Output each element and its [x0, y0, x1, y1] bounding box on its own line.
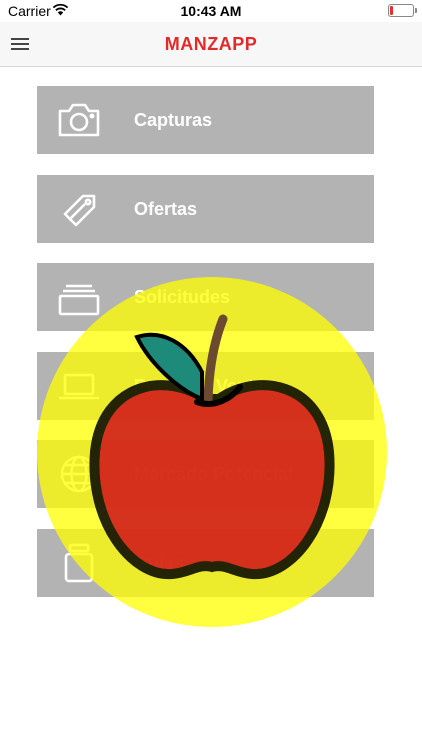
- status-time: 10:43 AM: [180, 3, 242, 19]
- globe-icon: [60, 455, 98, 493]
- menu-item-capturas[interactable]: Capturas: [37, 86, 374, 154]
- nav-bar: MANZAPP: [0, 22, 422, 67]
- menu-item-ofertas[interactable]: Ofertas: [37, 175, 374, 243]
- menu-item-label: Solicitudes: [134, 287, 231, 307]
- tag-icon: [63, 194, 96, 227]
- menu-item-label: Ofertas: [134, 199, 198, 219]
- battery-level: [390, 6, 393, 15]
- stacked-cards-icon: [58, 284, 100, 316]
- menu-item-label: Mercado Potencial: [134, 464, 294, 484]
- laptop-icon: [59, 373, 99, 400]
- menu-item-label: Capturas: [134, 110, 213, 130]
- menu-item-label: Portal de Ventas: [134, 376, 275, 396]
- jar-icon: [64, 543, 94, 583]
- menu-item-portal-de-ventas[interactable]: Portal de Ventas: [37, 352, 374, 420]
- menu-item-mercado-potencial[interactable]: Mercado Potencial: [37, 440, 374, 508]
- menu-item-label: Guías: [134, 553, 185, 573]
- menu-item-solicitudes[interactable]: Solicitudes: [37, 263, 374, 331]
- camera-icon: [58, 103, 100, 137]
- status-bar: Carrier 10:43 AM: [0, 0, 422, 22]
- menu-item-guias[interactable]: Guías: [37, 529, 374, 597]
- battery-icon: [388, 4, 417, 17]
- main-menu: Capturas Ofertas Solicitudes Portal de V…: [0, 67, 422, 750]
- app-title: MANZAPP: [164, 34, 258, 54]
